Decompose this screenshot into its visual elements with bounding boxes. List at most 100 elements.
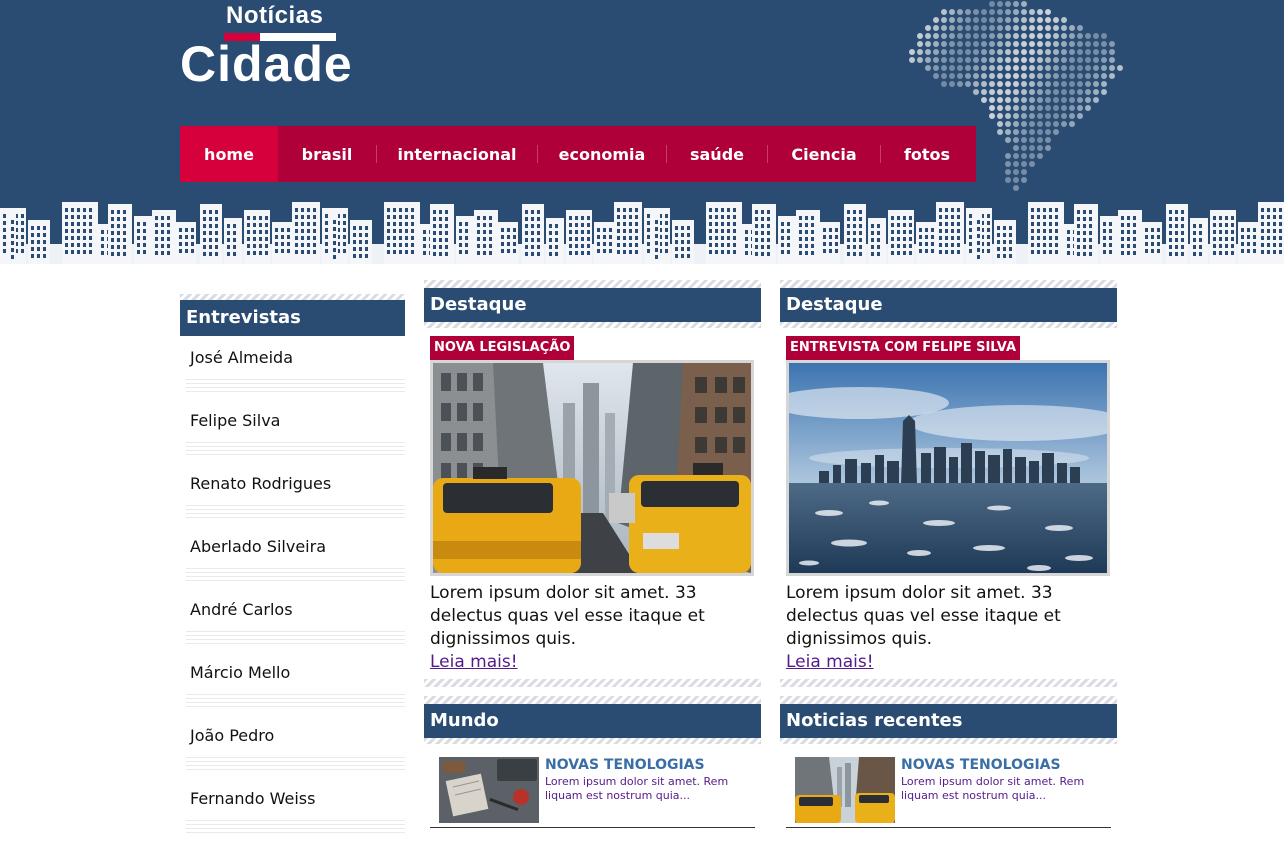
nav-brasil[interactable]: brasil (278, 126, 376, 182)
skyline-window (1199, 252, 1202, 256)
skyline-window (167, 251, 170, 255)
nav-ciencia[interactable]: Ciencia (768, 126, 880, 182)
map-dot (1077, 57, 1083, 63)
skyline-window (755, 210, 758, 214)
category-tag[interactable]: ENTREVISTA COM FELIPE SILVA (786, 336, 1021, 360)
skyline-window (477, 216, 480, 220)
map-dot (1029, 113, 1035, 119)
skyline-window (681, 233, 684, 237)
skyline-window (359, 226, 362, 230)
map-dot (933, 25, 939, 31)
skyline-window (1003, 254, 1006, 258)
map-dot (973, 25, 979, 31)
skyline-window (853, 210, 856, 214)
category-tag[interactable]: NOVA LEGISLAÇÃO (430, 336, 575, 360)
map-dot (1021, 161, 1027, 167)
skyline-window (1225, 223, 1228, 227)
nav-fotos[interactable]: fotos (881, 126, 973, 182)
skyline-window (623, 229, 626, 233)
skyline-window (1241, 242, 1244, 246)
skyline-window (21, 235, 24, 239)
interview-link[interactable]: João Pedro (180, 714, 405, 777)
map-dot (949, 9, 955, 15)
skyline-window (1109, 236, 1112, 240)
interview-link[interactable]: Felipe Silva (180, 399, 405, 462)
skyline-window (587, 237, 590, 241)
nav-internacional[interactable]: internacional (377, 126, 537, 182)
skyline-window (123, 210, 126, 214)
nav-economia[interactable]: economia (538, 126, 666, 182)
skyline-window (781, 222, 784, 226)
desk-thumbnail[interactable] (439, 757, 539, 823)
read-more-link[interactable]: Leia mais! (430, 651, 518, 673)
map-dot (1061, 105, 1067, 111)
skyline-window (489, 216, 492, 220)
nav-saude[interactable]: saúde (667, 126, 767, 182)
map-dot (1013, 65, 1019, 71)
interview-link[interactable]: André Carlos (180, 588, 405, 651)
interview-link[interactable]: Aberlado Silveira (180, 525, 405, 588)
skyline-window (1267, 243, 1270, 247)
skyline-window (951, 243, 954, 247)
skyline-window (1261, 243, 1264, 247)
news-item[interactable]: NOVAS TENOLOGIAS Lorem ipsum dolor sit a… (430, 744, 755, 828)
map-dot (981, 65, 987, 71)
skyline-window (1089, 210, 1092, 214)
skyline-window (37, 226, 40, 230)
skyline-window (977, 248, 980, 252)
map-dot (941, 41, 947, 47)
skyline-window (727, 250, 730, 254)
skyline-window (871, 238, 874, 242)
interview-link[interactable]: Fernando Weiss (180, 777, 405, 840)
map-dot (925, 57, 931, 63)
interview-link[interactable]: José Almeida (180, 336, 405, 399)
skyline-window (853, 224, 856, 228)
map-dot (1037, 137, 1043, 143)
skyline-window (847, 217, 850, 221)
skyline-window (275, 242, 278, 246)
skyline-window (301, 208, 304, 212)
skyline-window (259, 230, 262, 234)
map-dot (1021, 89, 1027, 95)
skyline-window (1037, 243, 1040, 247)
read-more-link[interactable]: Leia mais! (786, 651, 874, 673)
taxi-thumbnail[interactable] (795, 757, 895, 823)
skyline-window (89, 208, 92, 212)
skyline-window (1121, 237, 1124, 241)
news-title[interactable]: NOVAS TENOLOGIAS (901, 757, 1061, 773)
skyline-window (1031, 222, 1034, 226)
skyline-window (1219, 230, 1222, 234)
skyline-window (439, 245, 442, 249)
map-dot (1053, 121, 1059, 127)
taxi-street-photo[interactable] (430, 360, 754, 576)
skyline-window (117, 217, 120, 221)
skyline-window (21, 214, 24, 218)
skyline-window (603, 249, 606, 253)
skyline-window (859, 231, 862, 235)
skyline-window (11, 234, 14, 238)
skyline-window (925, 228, 928, 232)
map-dot (1109, 41, 1115, 47)
skyline-window (353, 226, 356, 230)
site-logo[interactable]: Notícias Cidade (180, 2, 380, 94)
news-title[interactable]: NOVAS TENOLOGIAS (545, 757, 705, 773)
nav-home[interactable]: home (180, 126, 278, 182)
skyline-window (939, 243, 942, 247)
sidebar-title: Entrevistas (180, 300, 405, 336)
map-dot (1013, 25, 1019, 31)
map-dot (1029, 33, 1035, 39)
interview-link[interactable]: Renato Rodrigues (180, 462, 405, 525)
skyline-window (313, 250, 316, 254)
news-item[interactable]: NOVAS TENOLOGIAS Lorem ipsum dolor sit a… (786, 744, 1111, 828)
skyline-window (179, 228, 182, 232)
nav-label: internacional (397, 144, 517, 164)
skyline-window (569, 251, 572, 255)
skyline-window (21, 221, 24, 225)
skyline-window (37, 254, 40, 258)
skyline-window (265, 223, 268, 227)
city-skyline-photo[interactable] (786, 360, 1110, 576)
interview-link[interactable]: Márcio Mello (180, 651, 405, 714)
interviews-sidebar: Entrevistas José Almeida Felipe Silva Re… (180, 294, 405, 840)
map-dot (997, 41, 1003, 47)
skyline-window (939, 222, 942, 226)
